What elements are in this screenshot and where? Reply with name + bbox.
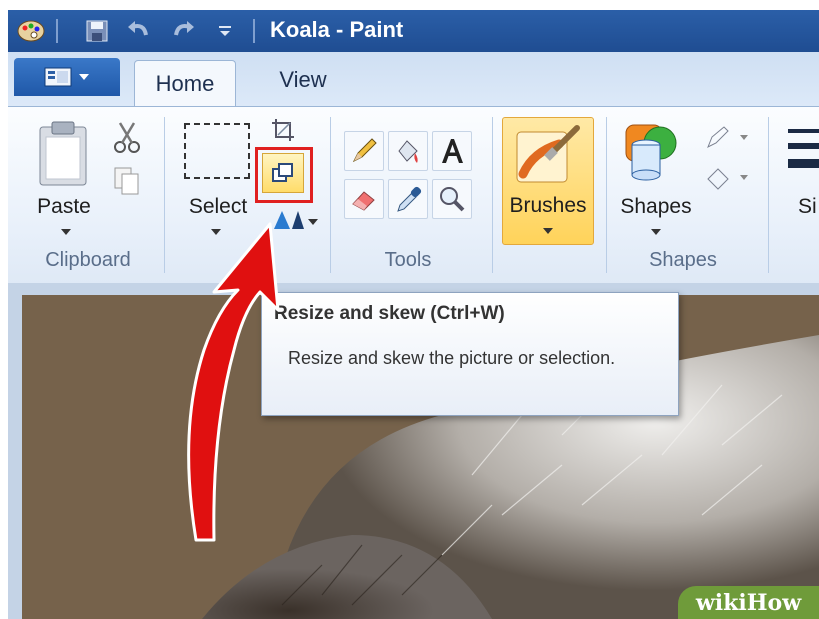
fill-icon[interactable]	[704, 165, 750, 196]
color-picker-tool[interactable]	[388, 179, 428, 219]
save-icon[interactable]	[82, 18, 112, 44]
group-separator	[164, 117, 165, 273]
clipboard-icon	[39, 121, 87, 186]
eraser-icon	[352, 191, 375, 211]
paint-menu-button[interactable]	[14, 58, 120, 96]
ribbon-tab-row: Home View	[8, 52, 819, 107]
color-picker-icon	[397, 186, 422, 212]
customize-quick-access-icon[interactable]	[210, 18, 240, 44]
paint-menu-icon	[44, 67, 89, 87]
paste-label: Paste	[37, 195, 91, 218]
shapes-label: Shapes	[620, 195, 692, 218]
separator	[56, 19, 58, 43]
paint-app-icon[interactable]	[14, 18, 48, 44]
group-separator	[606, 117, 607, 273]
pencil-icon	[352, 138, 377, 163]
window-title: Koala - Paint	[270, 17, 404, 42]
select-button[interactable]	[184, 123, 250, 179]
resize-icon	[272, 163, 293, 182]
rotate-icon[interactable]	[270, 207, 310, 238]
size-icon[interactable]	[788, 127, 819, 182]
group-separator	[768, 117, 769, 273]
ribbon-home-panel: Paste Clipboard Select Tools Brushes Sha…	[8, 106, 819, 284]
tools-group-label: Tools	[384, 249, 432, 271]
separator	[253, 19, 255, 43]
brushes-label: Brushes	[509, 194, 587, 217]
paint-window: Koala - Paint Home View Paste Clipboard …	[8, 10, 819, 619]
tooltip-body: Resize and skew the picture or selection…	[288, 348, 616, 368]
cut-icon[interactable]	[112, 121, 142, 160]
paste-button[interactable]	[34, 119, 94, 189]
tab-view[interactable]: View	[258, 58, 348, 102]
fill-bucket-icon	[398, 140, 418, 163]
copy-icon[interactable]	[112, 165, 142, 202]
select-label: Select	[188, 195, 248, 218]
clipboard-group-label: Clipboard	[45, 249, 131, 271]
outline-icon[interactable]	[704, 125, 750, 156]
text-tool-icon	[442, 139, 463, 163]
magnifier-icon	[440, 187, 465, 212]
tooltip-title: Resize and skew (Ctrl+W)	[274, 303, 505, 324]
select-dropdown-icon[interactable]	[211, 229, 221, 235]
title-bar: Koala - Paint	[8, 10, 819, 52]
fill-tool[interactable]	[388, 131, 428, 171]
size-label: Si	[798, 195, 817, 218]
brushes-button[interactable]: Brushes	[502, 117, 594, 245]
paste-dropdown-icon[interactable]	[61, 229, 71, 235]
group-separator	[492, 117, 493, 273]
shapes-gallery-icon[interactable]	[622, 121, 678, 188]
resize-and-skew-button[interactable]	[262, 153, 304, 193]
text-tool[interactable]	[432, 131, 472, 171]
magnifier-tool[interactable]	[432, 179, 472, 219]
redo-icon[interactable]	[168, 18, 198, 44]
brush-icon	[516, 125, 580, 183]
shapes-dropdown-icon[interactable]	[651, 229, 661, 235]
crop-icon[interactable]	[270, 117, 296, 148]
shapes-group-label: Shapes	[649, 249, 717, 271]
tab-home[interactable]: Home	[134, 60, 236, 107]
eraser-tool[interactable]	[344, 179, 384, 219]
brushes-dropdown-icon	[543, 228, 553, 234]
wikihow-watermark: wikiHow	[678, 586, 819, 619]
group-separator	[330, 117, 331, 273]
pencil-tool[interactable]	[344, 131, 384, 171]
resize-tooltip: Resize and skew (Ctrl+W) Resize and skew…	[261, 292, 679, 416]
rotate-dropdown-icon[interactable]	[308, 219, 318, 225]
undo-icon[interactable]	[124, 18, 154, 44]
